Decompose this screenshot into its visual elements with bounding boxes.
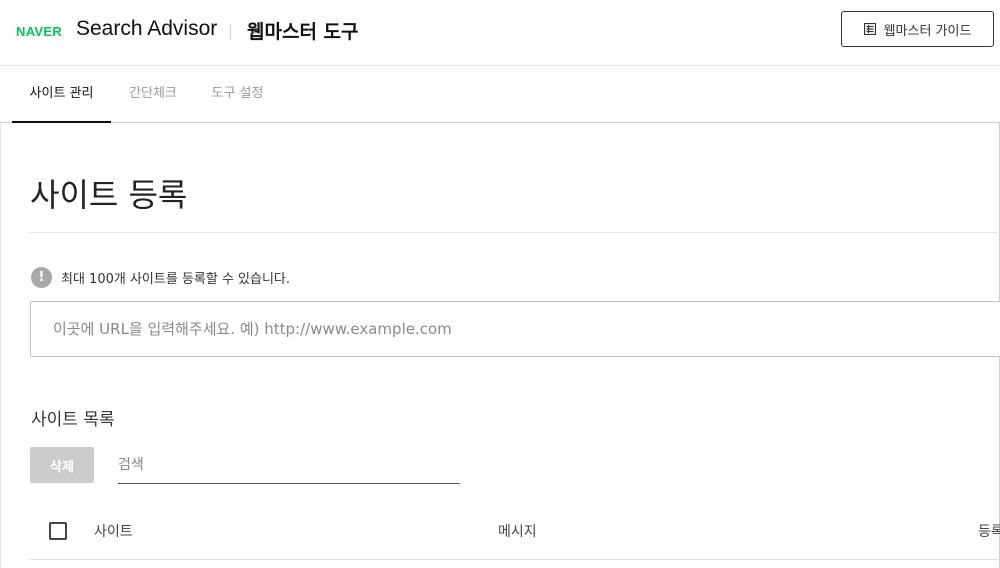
product-name[interactable]: Search Advisor [76, 17, 217, 41]
info-circle-icon: ! [31, 266, 52, 288]
site-url-input[interactable] [30, 301, 1000, 357]
webmaster-guide-label: 웹마스터 가이드 [883, 23, 972, 39]
content-left-border [0, 123, 1, 568]
site-list-title: 사이트 목록 [31, 410, 115, 430]
page-title: 사이트 등록 [30, 176, 188, 214]
site-search-input[interactable] [118, 447, 460, 484]
select-all-checkbox[interactable] [49, 522, 67, 540]
naver-logo[interactable]: NAVER [16, 24, 62, 39]
brand-divider [230, 25, 231, 39]
site-limit-notice: ! 최대 100개 사이트를 등록할 수 있습니다. [31, 266, 290, 288]
webmaster-guide-button[interactable]: 웹마스터 가이드 [841, 11, 994, 47]
tab-tool-settings[interactable]: 도구 설정 [199, 66, 276, 123]
top-bar: NAVER Search Advisor 웹마스터 도구 웹마스터 가이드 [0, 0, 1000, 66]
column-header-registered[interactable]: 등록 [978, 521, 1000, 541]
column-header-message[interactable]: 메시지 [498, 521, 537, 541]
tool-title[interactable]: 웹마스터 도구 [247, 17, 359, 44]
tab-site-management[interactable]: 사이트 관리 [12, 66, 111, 123]
notice-text: 최대 100개 사이트를 등록할 수 있습니다. [61, 271, 291, 287]
delete-button[interactable]: 삭제 [30, 447, 94, 483]
document-list-icon [863, 23, 876, 35]
site-table-header: 사이트 메시지 등록 [30, 502, 1000, 560]
tab-simple-check[interactable]: 간단체크 [117, 66, 189, 123]
tab-bar: 사이트 관리 간단체크 도구 설정 [0, 66, 1000, 123]
title-divider [30, 232, 1000, 233]
column-header-site[interactable]: 사이트 [94, 521, 133, 541]
